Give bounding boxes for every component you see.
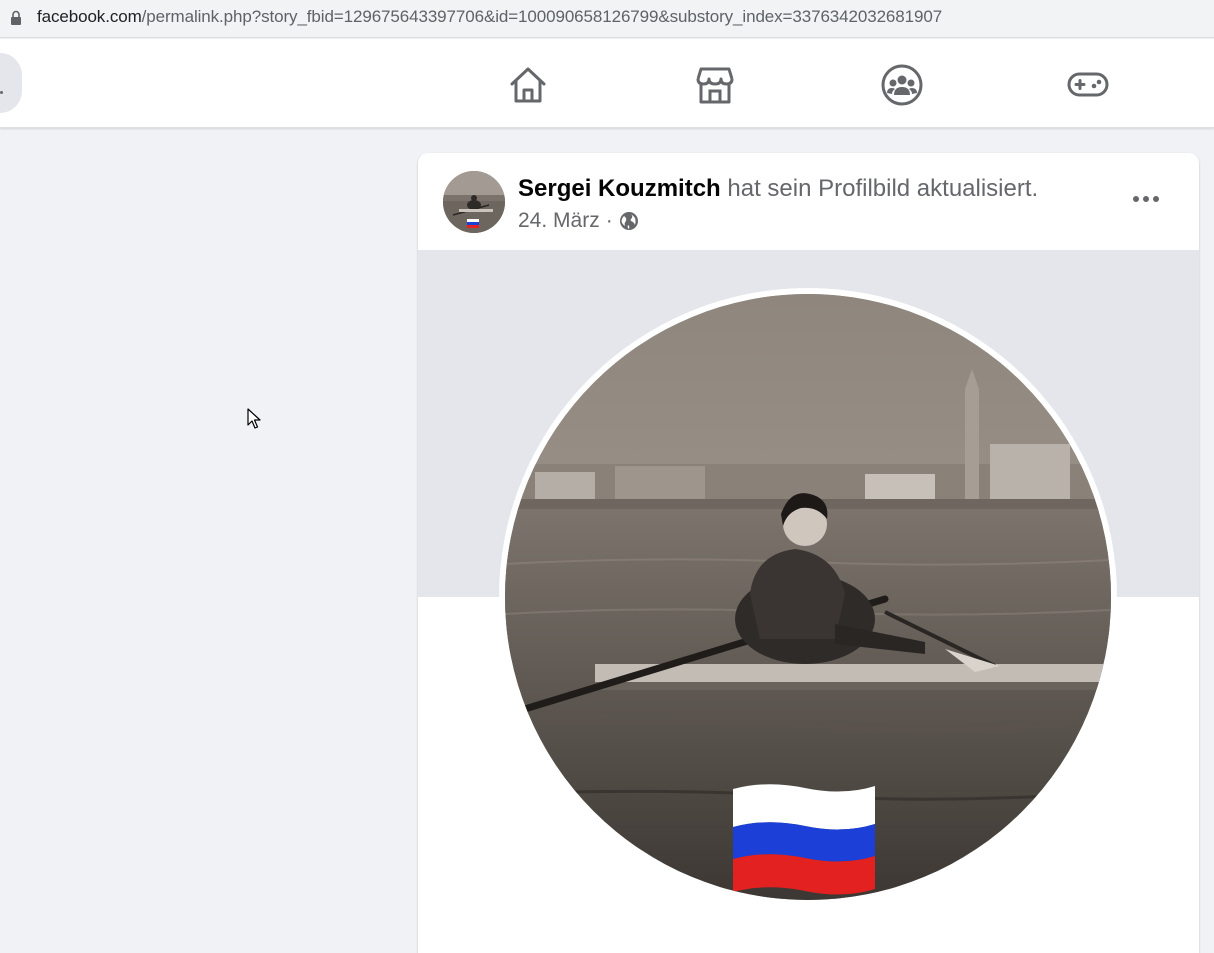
- globe-icon[interactable]: [619, 211, 639, 231]
- post-meta: 24. März ·: [518, 209, 639, 233]
- meta-separator: ·: [605, 209, 613, 232]
- url-domain: facebook.com: [37, 7, 142, 26]
- author-avatar[interactable]: [443, 171, 505, 233]
- rowing-photo-image: [505, 294, 1111, 900]
- browser-address-bar[interactable]: facebook.com/permalink.php?story_fbid=12…: [0, 0, 1214, 38]
- mouse-cursor-icon: [247, 408, 261, 429]
- url-text[interactable]: facebook.com/permalink.php?story_fbid=12…: [37, 7, 942, 27]
- groups-icon[interactable]: [880, 63, 924, 107]
- avatar-photo: [443, 171, 505, 233]
- marketplace-icon[interactable]: [693, 63, 737, 107]
- post-card: Sergei Kouzmitch hat sein Profilbild akt…: [418, 153, 1199, 953]
- search-button[interactable]: [0, 53, 22, 113]
- home-icon[interactable]: [506, 63, 550, 107]
- more-options-button[interactable]: [1123, 181, 1169, 217]
- post-date[interactable]: 24. März: [518, 209, 600, 233]
- author-name[interactable]: Sergei Kouzmitch: [518, 175, 721, 202]
- gaming-icon[interactable]: [1066, 63, 1110, 107]
- top-navigation: [0, 39, 1214, 128]
- post-action-text: hat sein Profilbild aktualisiert.: [720, 175, 1039, 202]
- url-path: /permalink.php?story_fbid=12967564339770…: [141, 7, 943, 26]
- post-header: Sergei Kouzmitch hat sein Profilbild akt…: [518, 175, 1038, 203]
- profile-photo[interactable]: [505, 294, 1111, 900]
- lock-icon: [11, 10, 21, 25]
